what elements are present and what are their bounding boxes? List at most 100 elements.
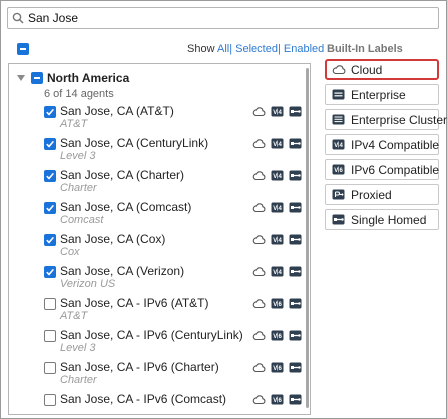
- scrollbar-thumb[interactable]: [306, 68, 309, 408]
- agent-provider: Cox: [60, 246, 80, 258]
- agent-row[interactable]: San Jose, CA - IPv6 (CenturyLink) Level 3…: [44, 328, 306, 358]
- label-text: Single Homed: [351, 213, 427, 227]
- cloud-icon: [252, 299, 266, 309]
- agent-provider: Verizon US: [60, 278, 116, 290]
- label-text: IPv4 Compatible: [351, 138, 440, 152]
- agent-checkbox[interactable]: [44, 202, 56, 214]
- agent-name: San Jose, CA - IPv6 (AT&T): [60, 296, 209, 310]
- label-text: Enterprise Cluster: [351, 113, 447, 127]
- agent-checkbox[interactable]: [44, 266, 56, 278]
- single-homed-icon: [289, 170, 302, 181]
- cloud-icon: [252, 107, 266, 117]
- agent-name: San Jose, CA (Comcast): [60, 200, 192, 214]
- group-checkbox[interactable]: [31, 72, 43, 84]
- cloud-icon: [252, 331, 266, 341]
- cloud-icon: [252, 203, 266, 213]
- single-homed-icon: [289, 330, 302, 341]
- agent-list: North America 6 of 14 agents San Jose, C…: [8, 63, 311, 415]
- show-all-link[interactable]: All: [217, 43, 229, 55]
- svg-text:V: V: [273, 302, 277, 308]
- cloud-icon: [252, 235, 266, 245]
- select-all-checkbox[interactable]: [17, 43, 29, 55]
- agent-selector-panel: Show All| Selected| Enabled North Americ…: [0, 0, 447, 419]
- builtin-labels-title: Built-In Labels: [327, 43, 403, 55]
- single-homed-icon: [289, 138, 302, 149]
- svg-text:V: V: [334, 168, 338, 174]
- single-homed-icon: [289, 298, 302, 309]
- label-text: Enterprise: [351, 88, 406, 102]
- label-single-homed[interactable]: Single Homed: [325, 209, 439, 230]
- agent-provider: Level 3: [60, 150, 96, 162]
- show-label: Show: [187, 43, 215, 55]
- ipv6-icon: V6: [332, 164, 345, 175]
- label-cloud[interactable]: Cloud: [325, 59, 439, 80]
- label-ipv4[interactable]: V 4 IPv4 Compatible: [325, 134, 439, 155]
- agent-name: San Jose, CA (Cox): [60, 232, 166, 246]
- agent-row[interactable]: San Jose, CA (CenturyLink) Level 3 V4: [44, 136, 306, 166]
- ipv4-icon: V4: [271, 202, 284, 213]
- cloud-icon: [252, 139, 266, 149]
- agent-checkbox[interactable]: [44, 362, 56, 374]
- agent-checkbox[interactable]: [44, 330, 56, 342]
- agent-name: San Jose, CA - IPv6 (Comcast): [60, 392, 227, 406]
- agent-row[interactable]: San Jose, CA (Cox) Cox V 4: [44, 232, 306, 262]
- agent-row[interactable]: San Jose, CA (Comcast) Comcast V 4: [44, 200, 306, 230]
- ipv6-icon: V6: [271, 330, 284, 341]
- label-text: Cloud: [351, 63, 383, 77]
- ipv6-icon: V6: [271, 394, 284, 405]
- ipv4-icon: V4: [271, 266, 284, 277]
- enterprise-icon: [332, 89, 345, 100]
- ipv4-icon: V4: [332, 139, 345, 150]
- agent-row[interactable]: San Jose, CA (Verizon) Verizon US V 4: [44, 264, 306, 294]
- agent-checkbox[interactable]: [44, 106, 56, 118]
- agent-provider: AT&T: [60, 118, 88, 130]
- agent-checkbox[interactable]: [44, 394, 56, 406]
- agent-name: San Jose, CA (AT&T): [60, 104, 174, 118]
- svg-text:V: V: [273, 174, 277, 180]
- ipv4-icon: V4: [271, 106, 284, 117]
- collapse-triangle-icon[interactable]: [17, 75, 25, 81]
- agent-row[interactable]: San Jose, CA - IPv6 (Comcast) V 6: [44, 392, 306, 414]
- agent-provider: Charter: [60, 374, 97, 386]
- search-icon: [12, 12, 24, 24]
- agent-provider: Level 3: [60, 342, 96, 354]
- agent-name: San Jose, CA (CenturyLink): [60, 136, 209, 150]
- single-homed-icon: [289, 234, 302, 245]
- svg-text:V: V: [273, 206, 277, 212]
- label-text: IPv6 Compatible: [351, 163, 440, 177]
- label-proxied[interactable]: Proxied: [325, 184, 439, 205]
- cloud-icon: [252, 395, 266, 405]
- show-enabled-link[interactable]: Enabled: [284, 43, 324, 55]
- agent-row[interactable]: San Jose, CA (AT&T) AT&T V 4: [44, 104, 306, 134]
- agent-checkbox[interactable]: [44, 138, 56, 150]
- agent-row[interactable]: San Jose, CA (Charter) Charter V 4: [44, 168, 306, 198]
- group-name: North America: [47, 71, 130, 85]
- agent-provider: Charter: [60, 182, 97, 194]
- svg-text:V: V: [334, 143, 338, 149]
- agent-row[interactable]: San Jose, CA - IPv6 (Charter) Charter V 6: [44, 360, 306, 390]
- enterprise-cluster-icon: [332, 114, 345, 125]
- agent-checkbox[interactable]: [44, 170, 56, 182]
- agent-checkbox[interactable]: [44, 298, 56, 310]
- ipv6-icon: V6: [271, 362, 284, 373]
- label-ipv6[interactable]: V 6 IPv6 Compatible: [325, 159, 439, 180]
- agent-row[interactable]: San Jose, CA - IPv6 (AT&T) AT&T V 6: [44, 296, 306, 326]
- show-selected-link[interactable]: Selected: [235, 43, 278, 55]
- svg-text:V: V: [273, 270, 277, 276]
- agent-name: San Jose, CA (Charter): [60, 168, 185, 182]
- search-box[interactable]: [7, 7, 439, 29]
- svg-text:V: V: [273, 334, 277, 340]
- agent-name: San Jose, CA - IPv6 (CenturyLink): [60, 328, 243, 342]
- show-filter: Show All| Selected| Enabled: [187, 43, 325, 55]
- proxied-icon: [332, 189, 345, 200]
- label-text: Proxied: [351, 188, 392, 202]
- agent-checkbox[interactable]: [44, 234, 56, 246]
- svg-text:V: V: [273, 366, 277, 372]
- label-enterprise[interactable]: Enterprise: [325, 84, 439, 105]
- label-enterprise-cluster[interactable]: Enterprise Cluster: [325, 109, 447, 130]
- ipv6-icon: V6: [271, 298, 284, 309]
- single-homed-icon: [289, 202, 302, 213]
- search-input[interactable]: [28, 10, 428, 26]
- ipv4-icon: V4: [271, 234, 284, 245]
- single-homed-icon: [289, 106, 302, 117]
